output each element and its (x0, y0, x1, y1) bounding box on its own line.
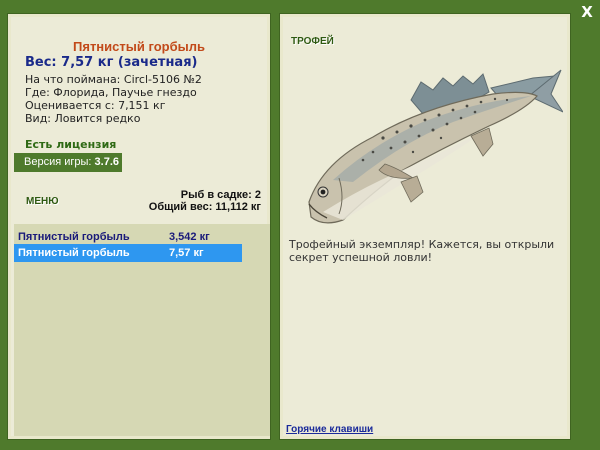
menu-button[interactable]: МЕНЮ (26, 196, 59, 207)
version-label: Версия игры: (24, 156, 92, 168)
trophy-description: Трофейный экземпляр! Кажется, вы открыли… (289, 238, 555, 264)
catch-list-item-selected[interactable]: Пятнистый горбыль 7,57 кг (14, 244, 242, 262)
catch-weight: 7,57 кг (169, 247, 204, 259)
caught-on-text: На что поймана: Circl-5106 №2 (25, 73, 202, 86)
rarity-text: Вид: Ловится редко (25, 112, 141, 125)
game-version: Версия игры: 3.7.6 (14, 153, 122, 172)
trophy-panel: ТРОФЕЙ Трофейный экземпляр! Кажется, вы … (279, 13, 571, 440)
fish-info-panel: Пятнистый горбыль Вес: 7,57 кг (зачетная… (7, 13, 271, 440)
cage-info: Рыб в садке: 2 Общий вес: 11,112 кг (149, 189, 261, 213)
hotkeys-link[interactable]: Горячие клавиши (286, 424, 373, 435)
value-text: Оценивается с: 7,151 кг (25, 99, 166, 112)
close-button[interactable]: X (578, 3, 596, 21)
fish-weight: Вес: 7,57 кг (зачетная) (25, 55, 198, 70)
version-number: 3.7.6 (94, 156, 119, 168)
license-status: Есть лицензия (25, 138, 117, 151)
cage-fish-count: Рыб в садке: 2 (180, 189, 261, 201)
fish-title: Пятнистый горбыль (73, 39, 205, 54)
catch-name: Пятнистый горбыль (18, 247, 130, 259)
trophy-label: ТРОФЕЙ (291, 36, 334, 47)
fish-image (308, 69, 563, 224)
location-text: Где: Флорида, Паучье гнездо (25, 86, 197, 99)
cage-total-weight: Общий вес: 11,112 кг (148, 201, 261, 213)
